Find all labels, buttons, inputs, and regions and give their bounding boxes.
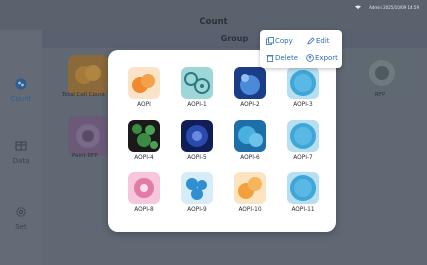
group-header: Group	[42, 30, 427, 48]
edit-button[interactable]: Edit	[307, 34, 330, 48]
preset-item[interactable]: AOPI-10	[229, 172, 271, 213]
aopi-thumbnail	[234, 172, 266, 204]
data-icon	[15, 141, 27, 151]
preset-item[interactable]: AOPI-4	[123, 120, 165, 161]
aopi-thumbnail	[234, 120, 266, 152]
cell-icon	[75, 65, 101, 84]
export-button[interactable]: Export	[306, 51, 338, 65]
bg-card-paint-rfp	[68, 116, 108, 156]
aopi-thumbnail	[128, 120, 160, 152]
preset-item[interactable]: AOPI-8	[123, 172, 165, 213]
copy-icon	[266, 37, 274, 45]
aopi-thumbnail	[128, 67, 160, 99]
aopi-thumbnail	[181, 120, 213, 152]
cell-icon	[369, 60, 395, 86]
wifi-icon	[355, 5, 361, 9]
copy-button[interactable]: Copy	[266, 34, 293, 48]
aopi-thumbnail	[287, 120, 319, 152]
export-icon	[306, 54, 314, 62]
sidebar: Count Data Set	[0, 30, 42, 265]
sidebar-item-set[interactable]: Set	[0, 206, 42, 231]
status-text: Admin 2025/10/09 14:59	[369, 5, 419, 10]
preset-dialog: AOPI AOPI-1 AOPI-2 AOPI-3 AOPI-4 AOPI-5 …	[108, 50, 336, 232]
preset-item[interactable]: AOPI-5	[176, 120, 218, 161]
preset-item[interactable]: AOPI-7	[282, 120, 324, 161]
preset-item[interactable]: AOPI-6	[229, 120, 271, 161]
preset-item[interactable]: AOPI	[123, 67, 165, 108]
preset-item[interactable]: AOPI-9	[176, 172, 218, 213]
count-icon	[15, 78, 27, 90]
aopi-thumbnail	[181, 67, 213, 99]
cell-icon	[76, 124, 100, 148]
preset-item[interactable]: AOPI-3	[282, 67, 324, 108]
preset-item[interactable]: AOPI-11	[282, 172, 324, 213]
edit-icon	[307, 37, 315, 45]
app-window: Admin 2025/10/09 14:59 Count Count Data	[0, 0, 427, 265]
aopi-thumbnail	[234, 67, 266, 99]
aopi-thumbnail	[287, 67, 319, 99]
aopi-thumbnail	[181, 172, 213, 204]
context-menu: Copy Edit Delete Export	[260, 30, 342, 68]
delete-button[interactable]: Delete	[266, 51, 298, 65]
bg-card-total-cell-count	[68, 55, 108, 95]
preset-item[interactable]: AOPI-1	[176, 67, 218, 108]
aopi-thumbnail	[287, 172, 319, 204]
trash-icon	[266, 55, 274, 62]
sidebar-item-label: Set	[15, 223, 27, 231]
page-title: Count	[199, 17, 228, 27]
bg-card-rfp	[362, 53, 402, 93]
bg-card-label: Total Cell Count	[62, 92, 105, 98]
bg-card-label: Paint RFP	[72, 153, 98, 159]
sidebar-item-count[interactable]: Count	[0, 78, 42, 103]
sidebar-item-label: Count	[10, 95, 32, 103]
aopi-thumbnail	[128, 172, 160, 204]
sidebar-item-label: Data	[12, 157, 30, 165]
preset-item[interactable]: AOPI-2	[229, 67, 271, 108]
settings-icon	[16, 207, 26, 217]
bg-card-label: RFP	[375, 92, 386, 98]
sidebar-item-data[interactable]: Data	[0, 140, 42, 165]
